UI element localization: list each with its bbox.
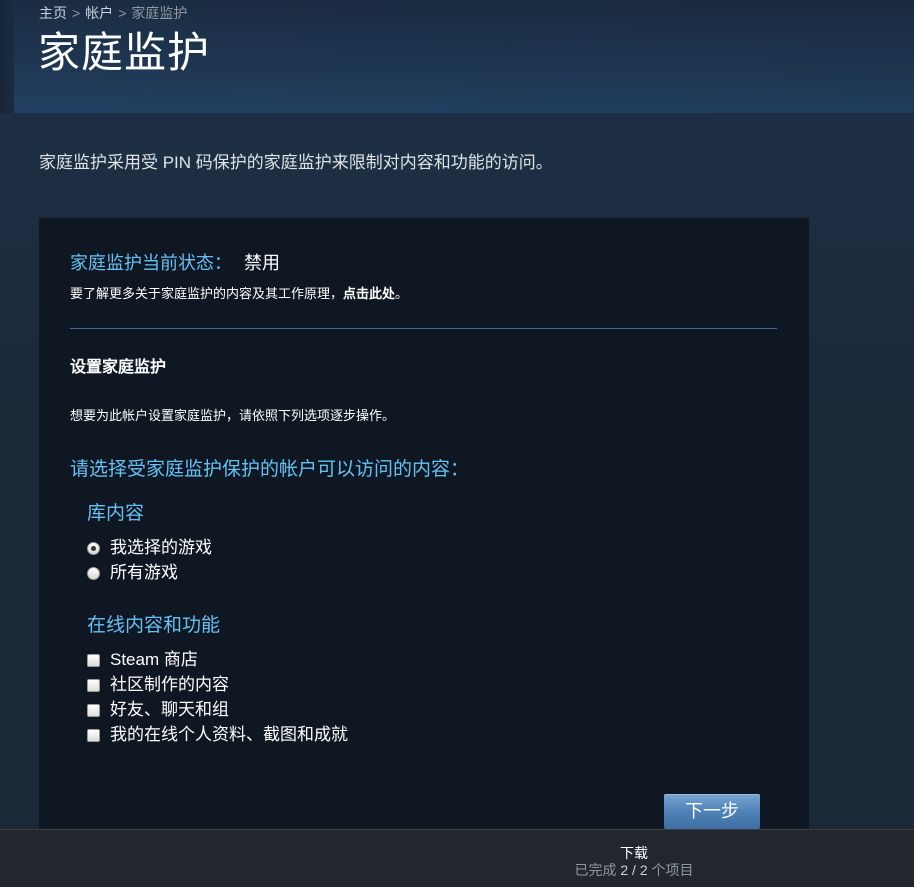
option-label: Steam 商店 xyxy=(110,650,198,669)
library-option-selected-games[interactable]: 我选择的游戏 xyxy=(87,537,212,559)
breadcrumb-separator: > xyxy=(118,5,127,21)
radio-button-checked[interactable] xyxy=(87,541,100,555)
breadcrumb: 主页 > 帐户 > 家庭监护 xyxy=(39,4,187,22)
next-step-button[interactable]: 下一步 xyxy=(664,794,760,829)
breadcrumb-separator: > xyxy=(72,5,81,21)
option-label: 我选择的游戏 xyxy=(110,538,212,557)
section-divider xyxy=(70,328,777,329)
breadcrumb-home-link[interactable]: 主页 xyxy=(39,5,67,21)
online-option-friends-chat[interactable]: 好友、聊天和组 xyxy=(87,699,229,721)
online-option-profile[interactable]: 我的在线个人资料、截图和成就 xyxy=(87,724,348,746)
page-intro: 家庭监护采用受 PIN 码保护的家庭监护来限制对内容和功能的访问。 xyxy=(39,153,553,172)
library-option-all-games[interactable]: 所有游戏 xyxy=(87,562,178,584)
family-view-panel: 家庭监护当前状态： 禁用 要了解更多关于家庭监护的内容及其工作原理，点击此处。 设… xyxy=(39,218,809,829)
checkbox[interactable] xyxy=(87,728,100,742)
checkbox[interactable] xyxy=(87,678,100,692)
option-label: 好友、聊天和组 xyxy=(110,700,229,719)
setup-title: 设置家庭监护 xyxy=(70,359,167,376)
learn-more-text: 要了解更多关于家庭监护的内容及其工作原理，点击此处。 xyxy=(70,285,408,303)
option-label: 我的在线个人资料、截图和成就 xyxy=(110,725,348,744)
status-label: 家庭监护当前状态： xyxy=(70,253,232,273)
library-content-heading: 库内容 xyxy=(87,503,145,524)
setup-description: 想要为此帐户设置家庭监护，请依照下列选项逐步操作。 xyxy=(70,408,396,423)
download-status-suffix: 个项目 xyxy=(651,862,694,878)
learn-more-link[interactable]: 点击此处 xyxy=(343,286,395,301)
download-status: 已完成 2 / 2 个项目 xyxy=(0,861,914,879)
checkbox[interactable] xyxy=(87,653,100,667)
page-title: 家庭监护 xyxy=(38,29,211,76)
option-label: 社区制作的内容 xyxy=(110,675,229,694)
download-status-prefix: 已完成 xyxy=(574,862,617,878)
online-option-community-content[interactable]: 社区制作的内容 xyxy=(87,674,229,696)
checkbox[interactable] xyxy=(87,703,100,717)
download-footer[interactable]: 下载 已完成 2 / 2 个项目 xyxy=(0,829,914,887)
breadcrumb-current: 家庭监护 xyxy=(131,5,188,21)
download-status-count: 2 / 2 xyxy=(620,862,648,878)
status-line: 家庭监护当前状态： 禁用 xyxy=(70,251,280,275)
status-value: 禁用 xyxy=(244,253,280,273)
breadcrumb-account-link[interactable]: 帐户 xyxy=(85,5,113,21)
download-title: 下载 xyxy=(620,845,648,861)
choose-content-heading: 请选择受家庭监护保护的帐户可以访问的内容： xyxy=(70,459,470,480)
online-content-heading: 在线内容和功能 xyxy=(87,615,221,636)
option-label: 所有游戏 xyxy=(110,563,178,582)
radio-button[interactable] xyxy=(87,566,100,580)
online-option-store[interactable]: Steam 商店 xyxy=(87,649,198,671)
learn-more-prefix: 要了解更多关于家庭监护的内容及其工作原理， xyxy=(70,286,344,301)
learn-more-suffix: 。 xyxy=(395,286,409,301)
page-header-edge xyxy=(0,0,14,113)
